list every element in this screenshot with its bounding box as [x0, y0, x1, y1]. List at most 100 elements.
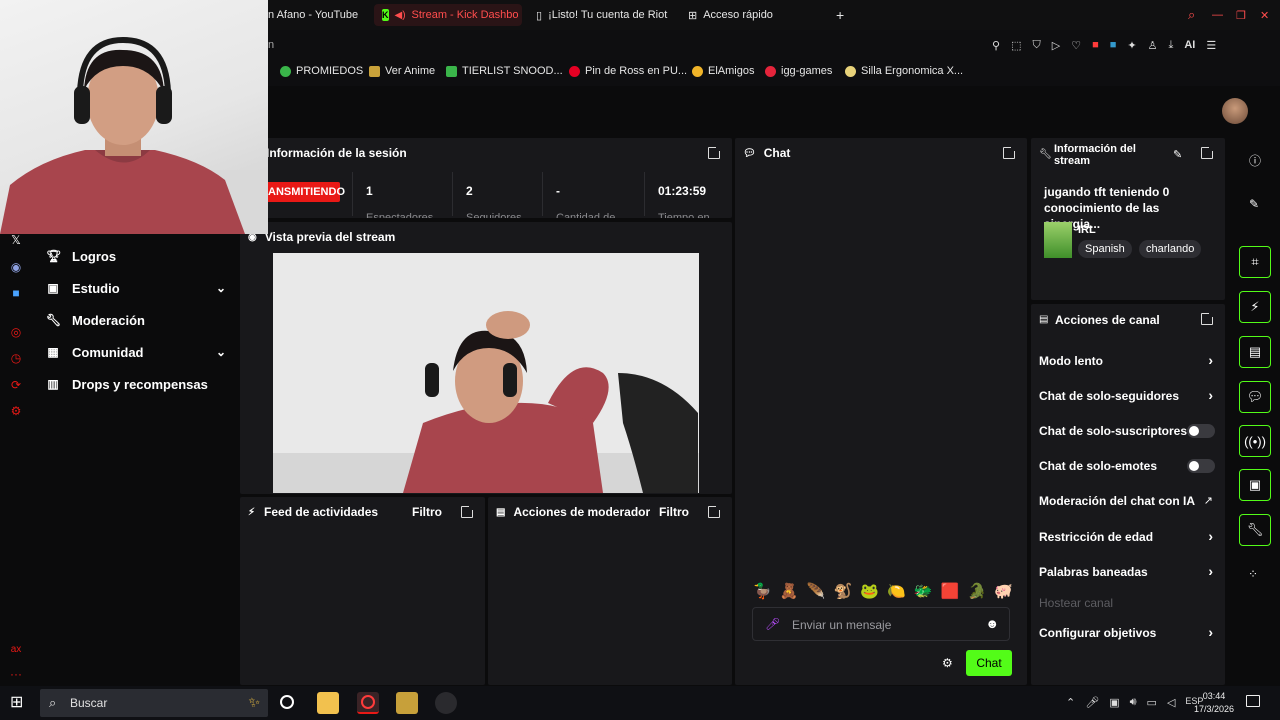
play-icon[interactable]: ▷: [1052, 39, 1060, 52]
bookmark-ver-anime[interactable]: Ver Anime: [369, 65, 435, 77]
x-icon[interactable]: 𝕏: [8, 232, 24, 248]
new-tab-icon[interactable]: +: [836, 4, 850, 26]
network-icon[interactable]: ▭: [1147, 696, 1157, 709]
emote-icon[interactable]: 🟥: [941, 582, 960, 604]
action-moderacion-ia[interactable]: Moderación del chat con IA: [1039, 494, 1219, 508]
emote-icon[interactable]: 🐒: [833, 582, 852, 604]
popout-icon[interactable]: [708, 145, 722, 159]
edit-pencil-icon[interactable]: ✎: [1173, 148, 1182, 161]
emote-icon[interactable]: 🍋: [887, 582, 906, 604]
tag-chip[interactable]: charlando: [1139, 240, 1202, 258]
stream-preview-video[interactable]: [273, 253, 699, 493]
extension-teal-icon[interactable]: ■: [1110, 39, 1117, 52]
extension-red-icon[interactable]: ■: [1092, 39, 1099, 52]
recording-app-icon[interactable]: [435, 692, 457, 714]
action-modo-lento[interactable]: Modo lento: [1039, 354, 1219, 368]
broadcast-icon[interactable]: ((•)): [1239, 425, 1271, 457]
bookmark-pinterest[interactable]: Pin de Ross en PU...: [569, 65, 687, 77]
bookmark-promiedos[interactable]: PROMIEDOS: [280, 65, 363, 77]
microphone-icon[interactable]: 🎤︎: [765, 617, 780, 631]
clock-icon[interactable]: ◷: [8, 350, 24, 366]
clock[interactable]: 03:44 17/3/2026: [1190, 690, 1238, 716]
emoji-icon[interactable]: ☻: [985, 616, 999, 631]
tab-youtube[interactable]: n Afano - YouTube: [268, 4, 368, 26]
popout-icon[interactable]: [461, 504, 475, 518]
emote-icon[interactable]: 🐲: [914, 582, 933, 604]
toggle-solo-suscriptores[interactable]: [1187, 424, 1215, 438]
menu-icon[interactable]: ☰: [1206, 39, 1216, 52]
taskbar-search[interactable]: ⌕ Buscar ✨︎: [40, 689, 268, 717]
chat-bubble-icon[interactable]: 💬︎: [1239, 381, 1271, 413]
obs-app-icon[interactable]: [396, 692, 418, 714]
edit-icon[interactable]: ✎: [1249, 197, 1259, 211]
bookmark-tierlist[interactable]: TIERLIST SNOOD...: [446, 65, 563, 77]
sidebar-item-comunidad[interactable]: ▦ Comunidad ⌄: [46, 340, 226, 364]
discord-icon[interactable]: ◉: [8, 259, 24, 275]
volume-icon[interactable]: 🔊︎: [1130, 696, 1137, 709]
dots-icon[interactable]: ⁘: [1248, 567, 1258, 581]
tab-kick-dashboard[interactable]: K ◀) Stream - Kick Dashbo: [374, 4, 522, 26]
bolt-icon[interactable]: ⚡︎: [1239, 291, 1271, 323]
chevron-up-icon[interactable]: ⌃: [1066, 696, 1075, 709]
minimize-icon[interactable]: —: [1212, 4, 1223, 26]
app-icon[interactable]: ■: [8, 285, 24, 301]
notifications-icon[interactable]: [1246, 695, 1260, 707]
bookmark-igg-games[interactable]: igg-games: [765, 65, 832, 77]
tab-riot[interactable]: ▯ ¡Listo! Tu cuenta de Riot y: [536, 4, 670, 26]
info-icon[interactable]: ⓘ: [1249, 152, 1261, 169]
emote-icon[interactable]: 🪶: [807, 582, 826, 604]
maximize-icon[interactable]: ❐: [1236, 4, 1246, 26]
emote-icon[interactable]: 🧸: [780, 582, 799, 604]
tag-chip[interactable]: Spanish: [1078, 240, 1132, 258]
puzzle-icon[interactable]: ✦: [1127, 39, 1136, 52]
search-icon[interactable]: ⌕: [1188, 4, 1195, 26]
notes-icon[interactable]: ▤: [1239, 336, 1271, 368]
file-explorer-icon[interactable]: [317, 692, 339, 714]
settings-icon[interactable]: ⚙: [8, 403, 24, 419]
emote-icon[interactable]: 🐖: [994, 582, 1013, 604]
toggle-solo-emotes[interactable]: [1187, 459, 1215, 473]
action-configurar-objetivos[interactable]: Configurar objetivos: [1039, 626, 1219, 640]
chat-input-box[interactable]: 🎤︎ Enviar un mensaje ☻: [752, 607, 1010, 641]
emote-icon[interactable]: 🐸: [860, 582, 879, 604]
category-label[interactable]: IRL: [1078, 224, 1096, 236]
popout-icon[interactable]: [1201, 145, 1215, 159]
action-palabras-baneadas[interactable]: Palabras baneadas: [1039, 565, 1219, 579]
webcam-icon[interactable]: ▣: [1109, 696, 1119, 709]
popout-icon[interactable]: [1201, 311, 1215, 325]
action-solo-seguidores[interactable]: Chat de solo-seguidores: [1039, 389, 1219, 403]
shield-icon[interactable]: ⛉: [1032, 39, 1040, 52]
action-restriccion-edad[interactable]: Restricción de edad: [1039, 530, 1219, 544]
scan-icon[interactable]: ⌗: [1239, 246, 1271, 278]
tab-acceso-rapido[interactable]: ⊞ Acceso rápido: [688, 4, 798, 26]
heart-icon[interactable]: ♡: [1071, 39, 1081, 52]
windows-start-icon[interactable]: ⊞: [10, 695, 23, 711]
sidebar-item-drops[interactable]: ▥ Drops y recompensas: [46, 372, 226, 396]
pin-icon[interactable]: ⚲: [992, 39, 1000, 52]
sidebar-item-moderacion[interactable]: 🔧︎ Moderación: [46, 308, 226, 332]
close-icon[interactable]: ✕: [1260, 4, 1269, 26]
modactions-filter-button[interactable]: Filtro: [659, 505, 689, 519]
opera-gx-icon[interactable]: [357, 692, 379, 714]
emote-icon[interactable]: 🦆: [753, 582, 772, 604]
wrench-icon[interactable]: 🔧︎: [1239, 514, 1271, 546]
share-icon[interactable]: ⟳: [8, 377, 24, 393]
task-view-icon[interactable]: [280, 695, 294, 709]
download-icon[interactable]: ⤓: [1168, 39, 1173, 52]
chat-send-button[interactable]: Chat: [966, 650, 1012, 676]
sidebar-item-estudio[interactable]: ▣ Estudio ⌄: [46, 276, 226, 300]
sidebar-item-logros[interactable]: 🏆︎ Logros: [46, 244, 226, 268]
more-icon[interactable]: ···: [8, 666, 24, 682]
bookmark-elamigos[interactable]: ElAmigos: [692, 65, 754, 77]
address-input[interactable]: n: [268, 39, 274, 51]
emote-icon[interactable]: 🐊: [968, 582, 987, 604]
avatar[interactable]: [1222, 98, 1248, 124]
screenshot-icon[interactable]: ⬚: [1011, 39, 1021, 52]
live-icon[interactable]: ◎: [8, 324, 24, 340]
popout-icon[interactable]: [1003, 145, 1017, 159]
popout-icon[interactable]: [708, 504, 722, 518]
profile-icon[interactable]: ♙: [1148, 39, 1158, 52]
bookmark-silla[interactable]: Silla Ergonomica X...: [845, 65, 963, 77]
speaker-icon[interactable]: ◁: [1167, 696, 1175, 709]
gear-icon[interactable]: ⚙: [942, 656, 953, 670]
